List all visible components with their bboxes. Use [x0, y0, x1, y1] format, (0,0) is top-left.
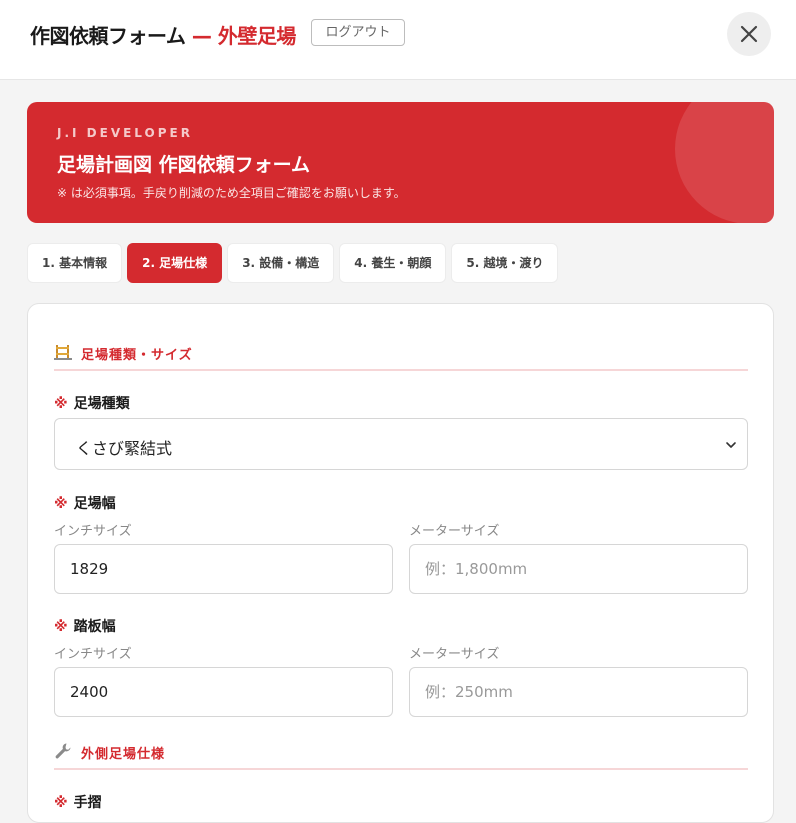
- section-outer-scaffold-spec: 外側足場仕様: [54, 734, 748, 770]
- banner-heading: 足場計画図 作図依頼フォーム: [57, 154, 311, 176]
- close-icon: [740, 25, 758, 43]
- section-scaffold-type-size: 足場種類・サイズ: [54, 335, 748, 371]
- tab-scaffold-spec[interactable]: 2. 足場仕様: [127, 243, 223, 283]
- plank-width-meter-input[interactable]: [409, 667, 748, 717]
- form-banner: J.I DEVELOPER 足場計画図 作図依頼フォーム ※ は必須事項。手戻り…: [27, 102, 774, 223]
- required-mark: ※: [54, 396, 68, 412]
- plank-width-label: ※ 踏板幅: [54, 619, 116, 635]
- section-label: 足場種類・サイズ: [81, 348, 193, 363]
- close-button[interactable]: [727, 12, 771, 56]
- tab-encroachment-crossing[interactable]: 5. 越境・渡り: [451, 243, 559, 283]
- banner-note: ※ は必須事項。手戻り削減のため全項目ご確認をお願いします。: [57, 186, 406, 200]
- chevron-down-icon: [726, 442, 736, 448]
- scaffold-type-label: ※ 足場種類: [54, 396, 130, 412]
- page-title-separator: —: [185, 24, 218, 48]
- tab-basic-info[interactable]: 1. 基本情報: [27, 243, 123, 283]
- tab-curing-asagao[interactable]: 4. 養生・朝顔: [339, 243, 447, 283]
- required-mark: ※: [54, 496, 68, 512]
- section-label: 外側足場仕様: [81, 747, 166, 762]
- step-tabs: 1. 基本情報 2. 足場仕様 3. 設備・構造 4. 養生・朝顔 5. 越境・…: [27, 243, 559, 283]
- scaffold-width-meter-label: メーターサイズ: [409, 524, 500, 539]
- required-mark: ※: [54, 795, 68, 811]
- scaffold-width-meter-input[interactable]: [409, 544, 748, 594]
- page-title-sub: 外壁足場: [217, 24, 297, 48]
- page-title: 作図依頼フォーム — 外壁足場: [30, 20, 296, 49]
- scaffold-type-value: くさび緊結式: [76, 439, 173, 458]
- banner-decoration: [675, 102, 774, 223]
- wrench-icon: [55, 743, 71, 759]
- scaffold-width-label: ※ 足場幅: [54, 496, 116, 512]
- required-mark: ※: [54, 619, 68, 635]
- scaffold-width-inch-label: インチサイズ: [54, 524, 132, 539]
- plank-width-meter-label: メーターサイズ: [409, 647, 500, 662]
- banner-kicker: J.I DEVELOPER: [57, 126, 193, 140]
- scaffold-width-inch-input[interactable]: [54, 544, 393, 594]
- logout-button[interactable]: ログアウト: [311, 19, 405, 46]
- form-card: 足場種類・サイズ ※ 足場種類 くさび緊結式 ※ 足場幅 インチサイズ メーターサイ…: [27, 303, 774, 823]
- scaffold-icon: [54, 345, 72, 360]
- page-title-main: 作図依頼フォーム: [30, 24, 186, 48]
- scaffold-type-select[interactable]: くさび緊結式: [54, 418, 748, 470]
- plank-width-inch-input[interactable]: [54, 667, 393, 717]
- plank-width-inch-label: インチサイズ: [54, 647, 132, 662]
- handrail-label: ※ 手摺: [54, 795, 102, 811]
- top-bar: 作図依頼フォーム — 外壁足場 ログアウト: [0, 0, 796, 80]
- tab-equipment-structure[interactable]: 3. 設備・構造: [227, 243, 335, 283]
